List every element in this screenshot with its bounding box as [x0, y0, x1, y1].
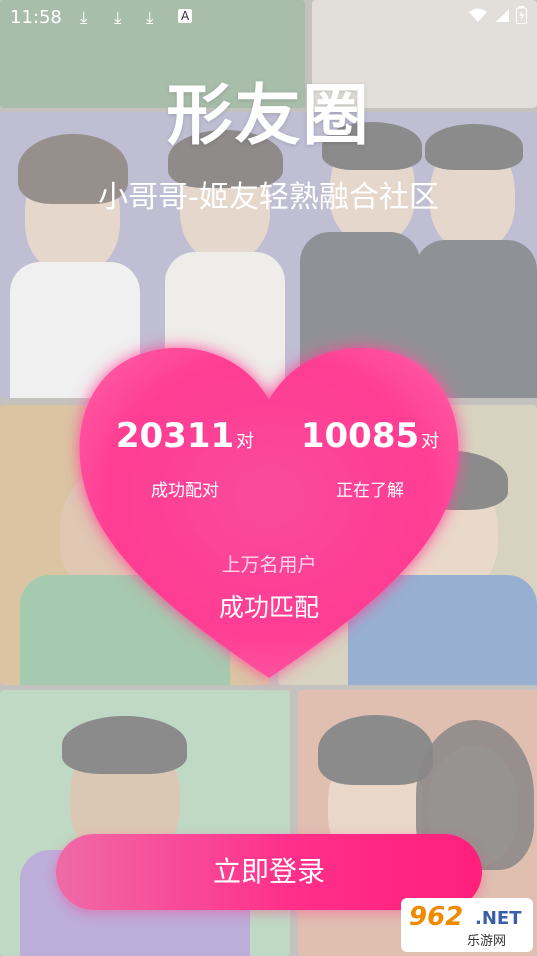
status-bar: 11:58 ⤓ ⤓ ⤓ A — [0, 0, 537, 36]
match-stats-heart: 20311 对 成功配对 10085 对 正在了解 上万名用户 成功匹配 — [65, 328, 473, 693]
getting-to-know-stat: 10085 对 正在了解 — [280, 416, 460, 501]
download-icon: ⤓ — [114, 8, 122, 28]
users-count-text: 上万名用户 — [221, 554, 317, 576]
getting-to-know-unit: 对 — [421, 431, 440, 452]
site-watermark-logo: 962 .NET 乐游网 — [401, 898, 533, 952]
matched-pairs-stat: 20311 对 成功配对 — [95, 416, 275, 501]
matched-pairs-label: 成功配对 — [151, 481, 219, 501]
wifi-icon — [469, 8, 487, 22]
getting-to-know-number: 10085 — [300, 416, 420, 456]
app-subtitle: 小哥哥-姬友轻熟融合社区 — [98, 180, 439, 215]
match-success-text: 成功匹配 — [218, 593, 319, 622]
app-notification-icon: A — [178, 9, 193, 23]
battery-charging-icon — [516, 6, 527, 24]
status-time: 11:58 — [10, 7, 62, 28]
matched-pairs-number: 20311 — [115, 416, 235, 456]
download-icon: ⤓ — [80, 8, 88, 28]
download-icon: ⤓ — [146, 8, 154, 28]
matched-pairs-unit: 对 — [236, 431, 255, 452]
app-title: 形友圈 — [166, 77, 371, 154]
heart-icon — [79, 347, 459, 678]
signal-icon — [496, 9, 509, 22]
getting-to-know-label: 正在了解 — [336, 481, 404, 501]
